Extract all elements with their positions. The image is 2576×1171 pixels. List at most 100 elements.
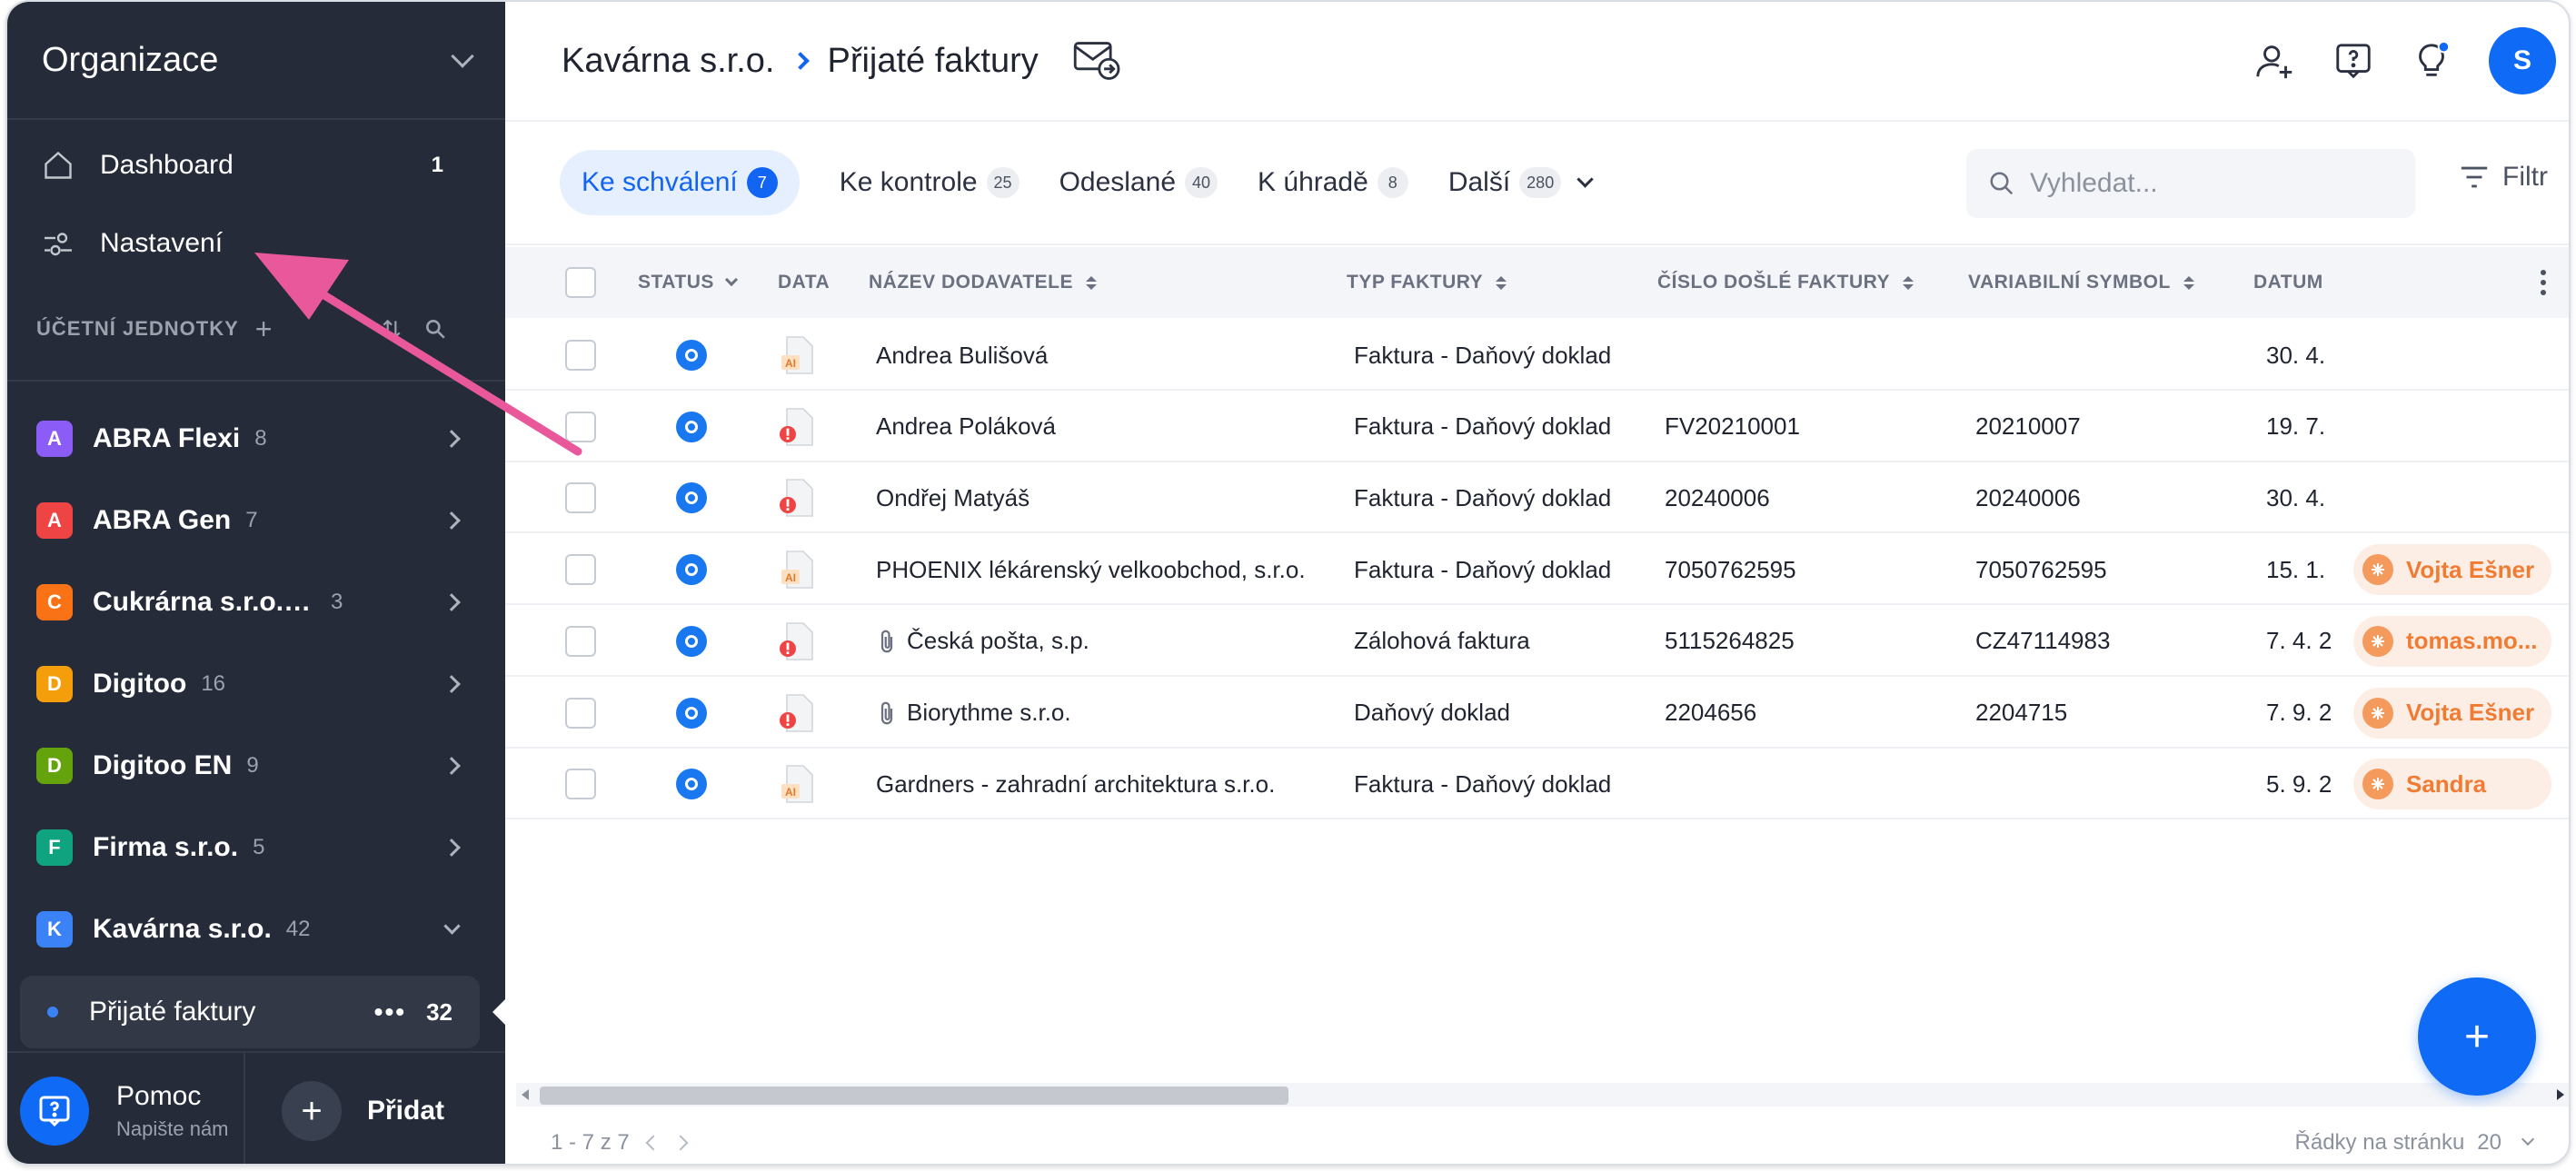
add-user-icon[interactable] (2254, 40, 2296, 82)
tab-sent[interactable]: Odeslané 40 (1059, 150, 1218, 215)
eye-icon (676, 697, 707, 729)
tab-to-pay[interactable]: K úhradě 8 (1258, 150, 1408, 215)
row-checkbox[interactable] (565, 678, 596, 749)
tab-to-approve[interactable]: Ke schválení 7 (560, 150, 800, 215)
column-options-icon[interactable] (2541, 270, 2546, 295)
horizontal-scrollbar[interactable] (516, 1083, 2569, 1106)
unit-item[interactable]: A ABRA Gen 7 (7, 484, 505, 557)
tab-count: 40 (1185, 167, 1218, 198)
search-input[interactable] (2030, 168, 2393, 199)
column-status[interactable]: STATUS (638, 272, 738, 293)
error-document-icon (780, 479, 813, 518)
date-cell: 5. 9. 2 (2266, 749, 2332, 819)
sort-icon[interactable] (380, 317, 403, 341)
table-row[interactable]: AI PHOENIX lékárenský velkoobchod, s.r.o… (505, 534, 2569, 606)
assignee-chip[interactable]: Vojta Ešner (2353, 687, 2551, 739)
column-invoice-type[interactable]: TYP FAKTURY (1347, 272, 1507, 293)
avatar[interactable]: S (2489, 27, 2556, 94)
organization-switcher[interactable]: Organizace (7, 2, 505, 120)
variable-symbol-cell: 20210007 (1975, 392, 2081, 462)
sidebar-subitem-received-invoices[interactable]: Přijaté faktury ••• 32 (20, 976, 480, 1048)
table-row[interactable]: Česká pošta, s.p. Zálohová faktura 51152… (505, 606, 2569, 677)
tab-label: Odeslané (1059, 167, 1177, 197)
table-row[interactable]: Biorythme s.r.o. Daňový doklad 2204656 2… (505, 678, 2569, 749)
error-document-icon (780, 407, 813, 446)
status-cell[interactable] (676, 606, 707, 677)
section-title: ÚČETNÍ JEDNOTKY (36, 317, 239, 340)
unit-item[interactable]: F Firma s.r.o. 5 (7, 811, 505, 884)
assignee-chip[interactable]: Vojta Ešner (2353, 544, 2551, 596)
invoice-type-cell: Faktura - Daňový doklad (1354, 749, 1611, 819)
invoice-type-cell: Faktura - Daňový doklad (1354, 534, 1611, 605)
help-button[interactable]: Pomoc Napište nám (7, 1053, 245, 1164)
supplier-name: Andrea Poláková (876, 412, 1057, 441)
column-supplier[interactable]: NÁZEV DODAVATELE (869, 272, 1098, 293)
row-checkbox[interactable] (565, 534, 596, 605)
column-variable-symbol[interactable]: VARIABILNÍ SYMBOL (1968, 272, 2194, 293)
unit-item[interactable]: D Digitoo 16 (7, 648, 505, 720)
unit-item[interactable]: C Cukrárna s.r.o. - Firma na cukrovinky … (7, 566, 505, 639)
add-unit-button[interactable]: + (255, 313, 274, 346)
column-label: DATUM (2253, 272, 2323, 293)
status-cell[interactable] (676, 678, 707, 749)
scroll-right-icon[interactable] (2557, 1089, 2564, 1100)
lightbulb-icon[interactable] (2411, 40, 2452, 82)
home-icon (45, 151, 72, 179)
prev-page-icon[interactable] (645, 1135, 661, 1150)
row-checkbox[interactable] (565, 749, 596, 819)
invoice-type-cell: Faktura - Daňový doklad (1354, 392, 1611, 462)
tab-more[interactable]: Další 280 (1448, 150, 1594, 215)
table-row[interactable]: AI Gardners - zahradní architektura s.r.… (505, 749, 2569, 820)
search-box[interactable] (1966, 149, 2415, 218)
table-row[interactable]: AI Andrea Bulišová Faktura - Daňový dokl… (505, 320, 2569, 391)
chevron-right-icon (443, 430, 461, 448)
status-cell[interactable] (676, 462, 707, 533)
row-checkbox[interactable] (565, 320, 596, 391)
settings-sliders-icon (45, 233, 72, 256)
status-cell[interactable] (676, 749, 707, 819)
sort-icon (2183, 275, 2194, 290)
more-options-button[interactable]: ••• (374, 997, 406, 1027)
status-cell[interactable] (676, 320, 707, 391)
data-cell: AI (776, 749, 820, 819)
breadcrumb-parent[interactable]: Kavárna s.r.o. (562, 42, 774, 81)
unit-name: ABRA Flexi (93, 423, 241, 453)
select-all-checkbox[interactable] (565, 267, 596, 298)
add-invoice-fab[interactable]: + (2418, 977, 2536, 1096)
next-page-icon[interactable] (672, 1135, 689, 1150)
tab-to-check[interactable]: Ke kontrole 25 (840, 150, 1019, 215)
assignee-chip[interactable]: tomas.mo... (2353, 615, 2551, 667)
unit-item-expanded[interactable]: K Kavárna s.r.o. 42 (7, 893, 505, 966)
invoice-number: 2204656 (1665, 699, 1757, 726)
column-label: STATUS (638, 272, 714, 293)
invoice-type-cell: Faktura - Daňový doklad (1354, 462, 1611, 533)
table-row[interactable]: Ondřej Matyáš Faktura - Daňový doklad 20… (505, 462, 2569, 534)
status-cell[interactable] (676, 534, 707, 605)
invoice-number: 20240006 (1665, 483, 1770, 511)
help-icon[interactable] (2332, 40, 2374, 82)
scroll-left-icon[interactable] (522, 1089, 529, 1100)
sidebar-item-settings[interactable]: Nastavení (7, 207, 505, 280)
sidebar-item-dashboard[interactable]: Dashboard 1 (7, 129, 505, 202)
search-icon[interactable] (423, 317, 447, 341)
email-forward-icon[interactable] (1073, 40, 1122, 82)
column-date[interactable]: DATUM (2253, 272, 2323, 293)
eye-icon (676, 482, 707, 514)
table-row[interactable]: Andrea Poláková Faktura - Daňový doklad … (505, 392, 2569, 462)
filter-button[interactable]: Filtr (2459, 162, 2548, 193)
assignee-chip[interactable]: Sandra (2353, 759, 2551, 810)
chevron-down-icon[interactable] (2521, 1132, 2535, 1146)
row-checkbox[interactable] (565, 606, 596, 677)
column-label: NÁZEV DODAVATELE (869, 272, 1074, 293)
add-button[interactable]: + Přidat (245, 1053, 444, 1164)
rows-per-page-select[interactable]: 20 (2477, 1130, 2501, 1156)
column-invoice-number[interactable]: ČÍSLO DOŠLÉ FAKTURY (1657, 272, 1915, 293)
tabs-bar: Ke schválení 7 Ke kontrole 25 Odeslané 4… (505, 122, 2569, 245)
unit-item[interactable]: A ABRA Flexi 8 (7, 402, 505, 475)
row-checkbox[interactable] (565, 392, 596, 462)
status-cell[interactable] (676, 392, 707, 462)
scrollbar-thumb[interactable] (540, 1087, 1288, 1105)
row-checkbox[interactable] (565, 462, 596, 533)
filter-label: Filtr (2502, 162, 2548, 192)
unit-item[interactable]: D Digitoo EN 9 (7, 729, 505, 802)
